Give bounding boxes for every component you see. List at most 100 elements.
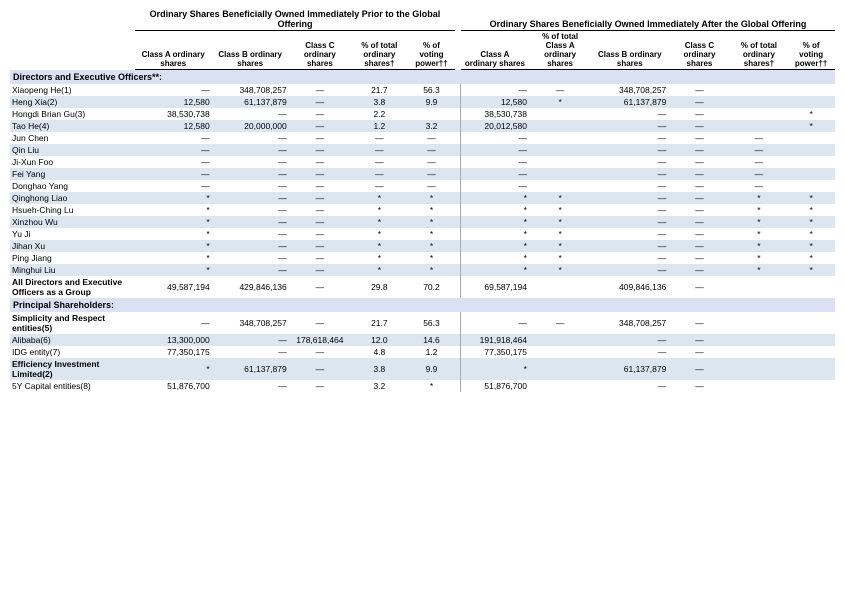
data-cell: [787, 380, 835, 392]
data-cell: [731, 276, 788, 298]
pre-offering-header: Ordinary Shares Beneficially Owned Immed…: [135, 8, 456, 31]
data-cell: *: [135, 252, 212, 264]
row-name-cell: Hsueh-Ching Lu: [10, 204, 135, 216]
data-cell: [731, 380, 788, 392]
row-name-cell: Ping Jiang: [10, 252, 135, 264]
data-cell: *: [529, 264, 591, 276]
data-cell: 21.7: [351, 312, 408, 334]
pre-classB-header: Class B ordinary shares: [212, 31, 289, 70]
data-cell: —: [289, 192, 351, 204]
data-cell: —: [461, 312, 529, 334]
data-cell: 2.2: [351, 108, 408, 120]
data-cell: 178,618,464: [289, 334, 351, 346]
data-cell: —: [212, 144, 289, 156]
row-name-cell: Fei Yang: [10, 168, 135, 180]
data-cell: —: [289, 228, 351, 240]
data-cell: *: [351, 240, 408, 252]
data-cell: —: [289, 120, 351, 132]
data-cell: —: [668, 312, 730, 334]
data-cell: *: [461, 240, 529, 252]
data-cell: *: [731, 228, 788, 240]
data-cell: 38,530,738: [461, 108, 529, 120]
data-cell: —: [135, 132, 212, 144]
table-row: Qinghong Liao*——****——**: [10, 192, 835, 204]
data-cell: *: [461, 216, 529, 228]
data-cell: —: [135, 144, 212, 156]
data-cell: —: [668, 156, 730, 168]
data-cell: *: [731, 252, 788, 264]
data-cell: —: [591, 228, 668, 240]
ownership-table: Ordinary Shares Beneficially Owned Immed…: [10, 8, 835, 392]
data-cell: *: [135, 358, 212, 380]
data-cell: 61,137,879: [212, 96, 289, 108]
data-cell: [731, 108, 788, 120]
data-cell: 409,846,136: [591, 276, 668, 298]
table-row: Efficiency Investment Limited(2)*61,137,…: [10, 358, 835, 380]
data-cell: —: [668, 132, 730, 144]
table-row: Minghui Liu*——****——**: [10, 264, 835, 276]
data-cell: *: [787, 216, 835, 228]
row-name-cell: Heng Xia(2): [10, 96, 135, 108]
row-name-cell: 5Y Capital entities(8): [10, 380, 135, 392]
row-name-cell: Ji-Xun Foo: [10, 156, 135, 168]
data-cell: [529, 168, 591, 180]
data-cell: —: [212, 156, 289, 168]
data-cell: *: [731, 264, 788, 276]
section-label-0: Directors and Executive Officers**:: [10, 70, 835, 85]
post-classA-header: Class A ordinary shares: [461, 31, 529, 70]
data-cell: —: [668, 192, 730, 204]
row-name-cell: Qinghong Liao: [10, 192, 135, 204]
data-cell: —: [731, 156, 788, 168]
data-cell: [731, 358, 788, 380]
data-cell: —: [351, 132, 408, 144]
data-cell: *: [787, 264, 835, 276]
table-row: 5Y Capital entities(8)51,876,700——3.2*51…: [10, 380, 835, 392]
data-cell: *: [461, 204, 529, 216]
data-cell: —: [461, 84, 529, 96]
data-cell: —: [461, 132, 529, 144]
data-cell: —: [212, 346, 289, 358]
data-cell: —: [289, 84, 351, 96]
table-row: Xinzhou Wu*——****——**: [10, 216, 835, 228]
data-cell: 3.8: [351, 358, 408, 380]
row-name-cell: Alibaba(6): [10, 334, 135, 346]
data-cell: 1.2: [408, 346, 456, 358]
data-cell: —: [731, 144, 788, 156]
data-cell: —: [591, 120, 668, 132]
data-cell: —: [591, 180, 668, 192]
data-cell: —: [289, 156, 351, 168]
data-cell: —: [351, 180, 408, 192]
row-name-cell: Jihan Xu: [10, 240, 135, 252]
data-cell: —: [289, 312, 351, 334]
table-row: All Directors and Executive Officers as …: [10, 276, 835, 298]
name-col-header: [10, 31, 135, 70]
row-name-cell: Tao He(4): [10, 120, 135, 132]
data-cell: —: [212, 380, 289, 392]
data-cell: —: [591, 216, 668, 228]
data-cell: 38,530,738: [135, 108, 212, 120]
data-cell: —: [212, 204, 289, 216]
row-name-cell: Minghui Liu: [10, 264, 135, 276]
row-name-cell: All Directors and Executive Officers as …: [10, 276, 135, 298]
data-cell: —: [212, 252, 289, 264]
data-cell: —: [731, 168, 788, 180]
data-cell: *: [529, 192, 591, 204]
post-pct-voting-header: % of voting power††: [787, 31, 835, 70]
data-cell: [731, 96, 788, 108]
post-offering-header: Ordinary Shares Beneficially Owned Immed…: [461, 8, 835, 31]
row-name-cell: Simplicity and Respect entities(5): [10, 312, 135, 334]
data-cell: 9.9: [408, 96, 456, 108]
data-cell: —: [591, 334, 668, 346]
data-cell: —: [591, 252, 668, 264]
pre-pct-voting-header: % of voting power††: [408, 31, 456, 70]
data-cell: 29.8: [351, 276, 408, 298]
row-name-cell: Donghao Yang: [10, 180, 135, 192]
table-row: Jihan Xu*——****——**: [10, 240, 835, 252]
data-cell: —: [668, 264, 730, 276]
data-cell: [529, 334, 591, 346]
data-cell: —: [289, 346, 351, 358]
data-cell: *: [529, 228, 591, 240]
data-cell: [787, 346, 835, 358]
data-cell: 70.2: [408, 276, 456, 298]
data-cell: 348,708,257: [212, 312, 289, 334]
